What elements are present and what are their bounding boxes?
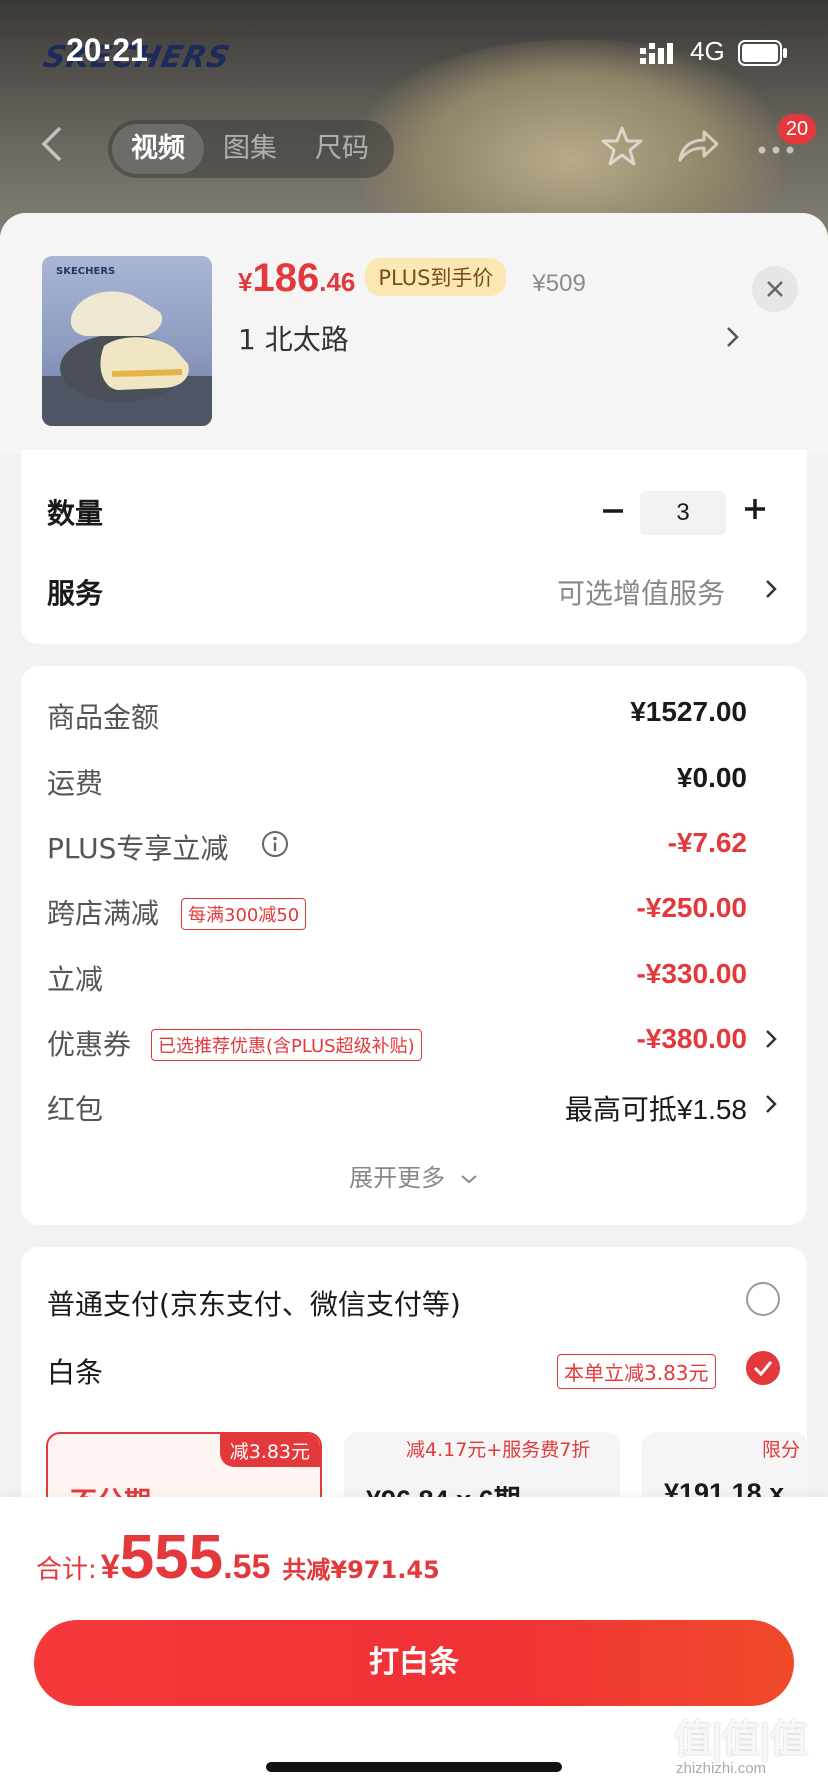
chevron-right-icon[interactable] — [724, 322, 742, 352]
summary-value-red-packet[interactable]: 最高可抵¥1.58 — [565, 1088, 747, 1128]
summary-value-cross-store: -¥250.00 — [636, 892, 747, 923]
info-icon[interactable] — [261, 830, 289, 858]
installment-tag: 减3.83元 — [219, 1434, 320, 1467]
battery-icon — [738, 40, 787, 66]
summary-label-instant-discount: 立减 — [47, 963, 104, 996]
plus-price-tag: PLUS到手价 — [365, 258, 507, 296]
total-currency: ¥ — [100, 1548, 120, 1586]
quantity-increase-button[interactable] — [740, 494, 770, 524]
selected-variant[interactable]: 1 北太路 — [238, 318, 349, 358]
total-decimal: .55 — [223, 1548, 271, 1586]
total-savings: 共减¥971.45 — [282, 1556, 440, 1584]
baitiao-radio-checked[interactable] — [746, 1351, 780, 1385]
cart-count-badge: 20 — [778, 114, 816, 144]
summary-value-subtotal: ¥1527.00 — [630, 696, 747, 727]
summary-label-subtotal: 商品金额 — [47, 701, 160, 734]
chevron-right-icon[interactable] — [764, 1091, 778, 1117]
summary-label-cross-store: 跨店满减 — [47, 897, 160, 930]
status-time: 20:21 — [66, 32, 148, 68]
summary-label-red-packet[interactable]: 红包 — [47, 1088, 103, 1128]
shoe-image-icon: SKECHERS — [42, 266, 212, 426]
summary-value-plus-discount: -¥7.62 — [667, 827, 747, 858]
media-tabs: 视频 图集 尺码 — [108, 120, 394, 178]
quantity-label: 数量 — [47, 497, 104, 530]
chevron-right-icon[interactable] — [764, 576, 778, 602]
chevron-right-icon[interactable] — [764, 1026, 778, 1052]
baitiao-discount-tag: 本单立减3.83元 — [557, 1354, 716, 1389]
pay-with-baitiao-button[interactable]: 打白条 — [34, 1620, 794, 1706]
close-button[interactable] — [752, 266, 798, 312]
price-summary-card: 商品金额 ¥1527.00 运费 ¥0.00 PLUS专享立减 -¥7.62 跨… — [21, 666, 807, 1225]
network-type: 4G — [690, 36, 725, 66]
installment-tag: 限分 — [762, 1439, 801, 1461]
tab-size[interactable]: 尺码 — [296, 124, 388, 174]
signal-icon — [640, 43, 673, 64]
site-watermark: 值|值|值 — [674, 1717, 808, 1761]
expand-more-button[interactable]: 展开更多 — [0, 1158, 828, 1193]
original-price: ¥509 — [532, 270, 586, 297]
chevron-down-icon — [461, 1175, 477, 1184]
price-currency: ¥ — [238, 267, 253, 297]
service-value[interactable]: 可选增值服务 — [557, 572, 725, 612]
summary-label-coupon[interactable]: 优惠券 — [47, 1023, 131, 1063]
summary-label-shipping: 运费 — [47, 767, 104, 800]
baitiao-label[interactable]: 白条 — [47, 1351, 103, 1391]
total-label: 合计: — [36, 1555, 97, 1585]
site-watermark-url: zhizhizhi.com — [676, 1760, 767, 1777]
coupon-tag: 已选推荐优惠(含PLUS超级补贴) — [151, 1029, 422, 1061]
thumb-brand: SKECHERS — [56, 266, 115, 277]
service-label: 服务 — [47, 577, 104, 610]
product-thumbnail[interactable]: SKECHERS — [42, 256, 212, 426]
quantity-service-card: 数量 服务 可选增值服务 — [21, 450, 807, 644]
normal-payment-label[interactable]: 普通支付(京东支付、微信支付等) — [47, 1283, 461, 1323]
quantity-input[interactable]: 3 — [640, 491, 726, 535]
back-icon[interactable] — [38, 124, 68, 164]
price-integer: 186 — [252, 256, 320, 300]
summary-value-instant-discount: -¥330.00 — [636, 958, 747, 989]
home-indicator[interactable] — [266, 1762, 562, 1772]
total-integer: 555 — [119, 1523, 224, 1592]
summary-value-shipping: ¥0.00 — [676, 762, 747, 793]
cross-store-tag: 每满300减50 — [181, 898, 307, 930]
price-row: ¥ 186 .46 PLUS到手价 ¥509 — [238, 256, 586, 308]
tab-gallery[interactable]: 图集 — [204, 124, 296, 174]
normal-payment-radio[interactable] — [746, 1282, 780, 1316]
summary-label-plus-discount: PLUS专享立减 — [47, 832, 229, 865]
total-row: 合计: ¥ 555 .55 共减¥971.45 — [36, 1522, 440, 1593]
installment-tag: 减4.17元+服务费7折 — [406, 1439, 591, 1461]
price-decimal: .46 — [319, 267, 356, 297]
expand-more-label: 展开更多 — [349, 1164, 446, 1192]
tab-video[interactable]: 视频 — [112, 124, 204, 174]
favorite-star-icon[interactable] — [600, 124, 644, 168]
share-icon[interactable] — [676, 126, 720, 166]
summary-value-coupon[interactable]: -¥380.00 — [636, 1023, 747, 1055]
quantity-decrease-button[interactable] — [598, 496, 628, 526]
